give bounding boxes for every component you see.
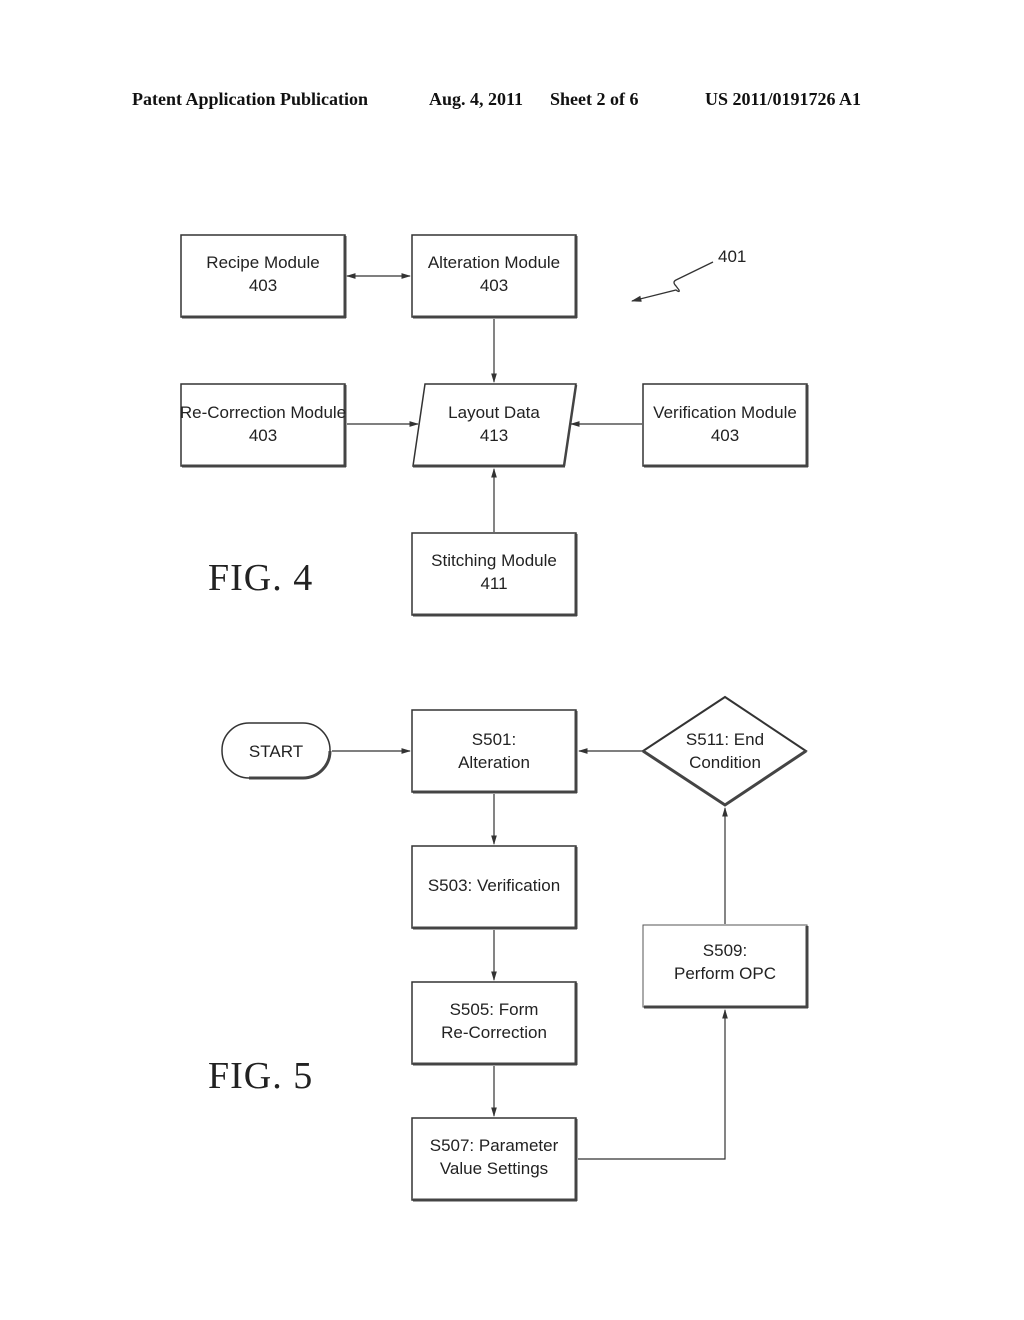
fig4-recorrection-module: Re-Correction Module 403 xyxy=(180,383,347,468)
recipe-module-label: Recipe Module xyxy=(206,253,319,272)
verification-module-label: Verification Module xyxy=(653,403,797,422)
fig5-s505-form-recorrection: S505: Form Re-Correction xyxy=(411,981,578,1066)
fig4-alteration-module: Alteration Module 403 xyxy=(411,234,578,319)
s503-line1: S503: Verification xyxy=(428,876,560,895)
s509-line2: Perform OPC xyxy=(674,964,776,983)
fig5-s509-perform-opc: S509: Perform OPC xyxy=(642,924,809,1009)
layout-data-number: 413 xyxy=(480,426,508,445)
alteration-module-label: Alteration Module xyxy=(428,253,560,272)
patent-sheet: Patent Application Publication Aug. 4, 2… xyxy=(0,0,1024,1320)
edge-s507-s509 xyxy=(578,1009,728,1160)
reference-401-label: 401 xyxy=(718,247,746,266)
stitching-module-label: Stitching Module xyxy=(431,551,557,570)
fig4-verification-module: Verification Module 403 xyxy=(642,383,809,468)
s507-line1: S507: Parameter xyxy=(430,1136,559,1155)
fig5-s507-parameter-settings: S507: Parameter Value Settings xyxy=(411,1117,578,1202)
alteration-module-number: 403 xyxy=(480,276,508,295)
fig4-stitching-module: Stitching Module 411 xyxy=(411,532,578,617)
s501-line2: Alteration xyxy=(458,753,530,772)
s511-line2: Condition xyxy=(689,753,761,772)
stitching-module-number: 411 xyxy=(480,574,507,593)
diagram-canvas: Recipe Module 403 Alteration Module 403 … xyxy=(180,234,809,1202)
start-label: START xyxy=(249,742,303,761)
fig5-start: START xyxy=(221,722,332,780)
s507-line2: Value Settings xyxy=(440,1159,548,1178)
fig4-recipe-module: Recipe Module 403 xyxy=(180,234,347,319)
s509-line1: S509: xyxy=(703,941,747,960)
fig5-s503-verification: S503: Verification xyxy=(411,845,578,930)
s505-line2: Re-Correction xyxy=(441,1023,547,1042)
s501-line1: S501: xyxy=(472,730,516,749)
verification-module-number: 403 xyxy=(711,426,739,445)
recorrection-module-label: Re-Correction Module xyxy=(180,403,346,422)
s505-line1: S505: Form xyxy=(450,1000,539,1019)
recorrection-module-number: 403 xyxy=(249,426,277,445)
recipe-module-number: 403 xyxy=(249,276,277,295)
layout-data-label: Layout Data xyxy=(448,403,540,422)
s511-line1: S511: End xyxy=(686,730,764,749)
fig4-layout-data: Layout Data 413 xyxy=(412,383,578,468)
fig5-s511-end-condition: S511: End Condition xyxy=(641,695,808,807)
reference-401-pointer: 401 xyxy=(630,247,746,302)
fig5-s501-alteration: S501: Alteration xyxy=(411,709,578,794)
